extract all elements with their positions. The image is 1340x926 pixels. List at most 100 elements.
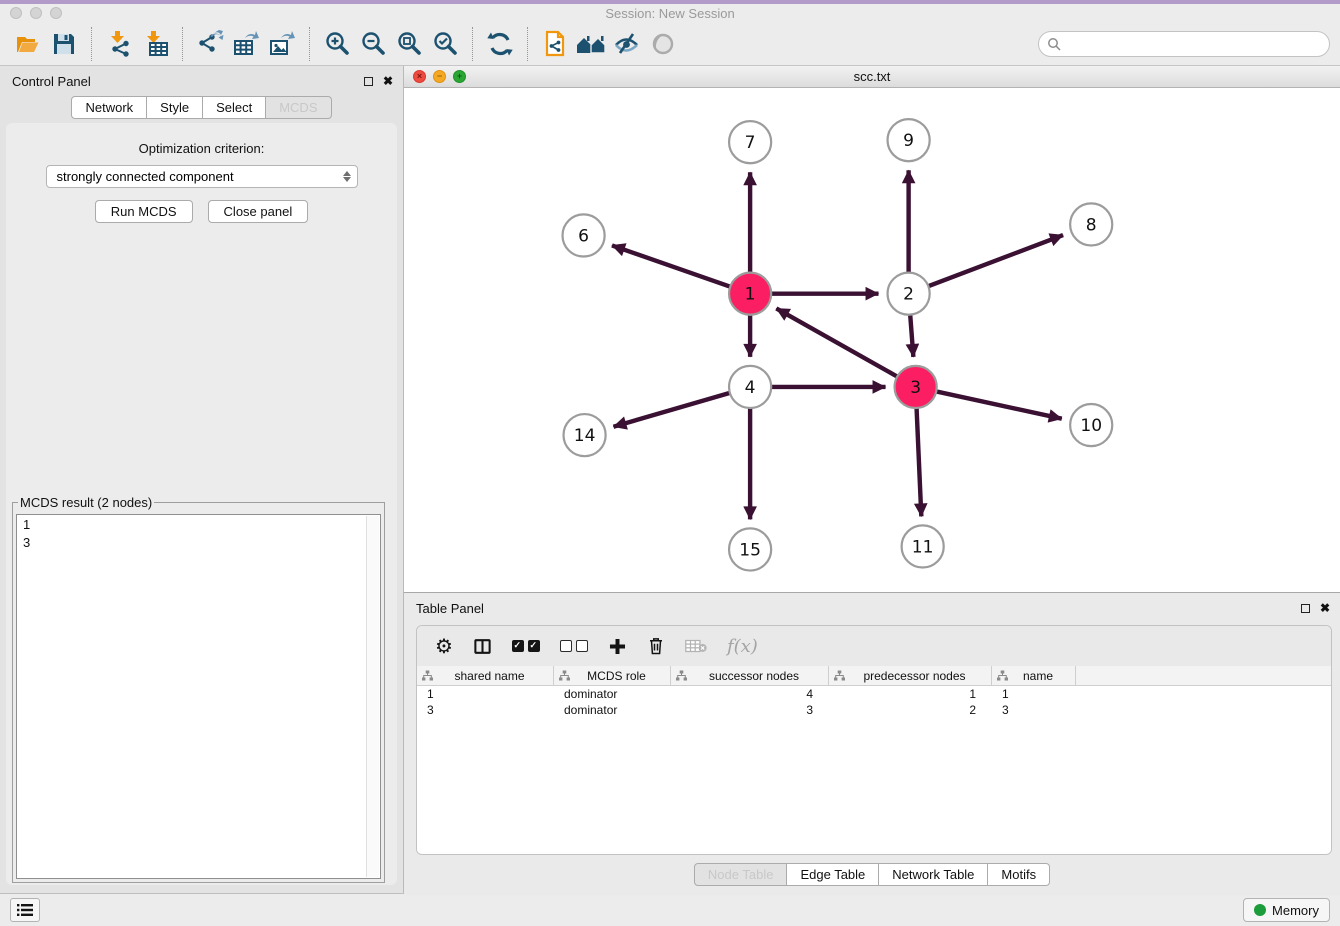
graph-node-3[interactable]: 3 xyxy=(895,366,937,408)
graph-node-2[interactable]: 2 xyxy=(888,273,930,315)
toolbar-separator xyxy=(472,27,473,61)
zoom-selected-button[interactable] xyxy=(427,26,463,62)
column-header-successor-nodes[interactable]: successor nodes xyxy=(671,666,829,685)
graph-node-7[interactable]: 7 xyxy=(729,121,771,163)
zoom-fit-button[interactable] xyxy=(391,26,427,62)
export-table-button[interactable] xyxy=(228,26,264,62)
graph-node-4[interactable]: 4 xyxy=(729,366,771,408)
run-mcds-button[interactable]: Run MCDS xyxy=(95,200,193,223)
column-header-shared-name[interactable]: shared name xyxy=(417,666,554,685)
search-icon xyxy=(1047,37,1061,51)
delete-column-icon[interactable] xyxy=(647,636,665,656)
graph-edge-3-11[interactable] xyxy=(917,408,922,516)
network-graph[interactable]: 7 9 6 8 1 2 4 3 14 10 15 11 xyxy=(404,88,1340,592)
toolbar-separator xyxy=(182,27,183,61)
graph-edge-2-3[interactable] xyxy=(910,315,913,357)
column-header-MCDS-role[interactable]: MCDS role xyxy=(554,666,671,685)
control-panel-close-icon[interactable]: ✖ xyxy=(383,75,393,87)
search-input[interactable] xyxy=(1065,36,1321,51)
graph-node-8[interactable]: 8 xyxy=(1070,204,1112,246)
graph-edge-4-14[interactable] xyxy=(613,393,729,427)
export-network-button[interactable] xyxy=(192,26,228,62)
graph-node-9[interactable]: 9 xyxy=(888,119,930,161)
delete-table-icon xyxy=(685,638,707,654)
tab-mcds[interactable]: MCDS xyxy=(266,96,331,119)
clone-network-button[interactable] xyxy=(537,26,573,62)
graph-node-label: 15 xyxy=(739,541,761,561)
zoom-out-button[interactable] xyxy=(355,26,391,62)
table-row[interactable]: 3dominator323 xyxy=(417,702,1331,718)
graph-node-label: 9 xyxy=(903,132,914,152)
search-box[interactable] xyxy=(1038,31,1330,57)
graph-node-15[interactable]: 15 xyxy=(729,529,771,571)
table-panel-float-icon[interactable] xyxy=(1301,604,1310,613)
graph-node-14[interactable]: 14 xyxy=(564,414,606,456)
open-session-button[interactable] xyxy=(10,26,46,62)
network-maximize-button[interactable]: + xyxy=(453,70,466,83)
show-hide-graphics-button[interactable] xyxy=(645,26,681,62)
main-area: Control Panel ✖ NetworkStyleSelectMCDS O… xyxy=(0,66,1340,893)
add-column-icon[interactable] xyxy=(608,637,627,656)
column-header-predecessor-nodes[interactable]: predecessor nodes xyxy=(829,666,992,685)
zoom-in-button[interactable] xyxy=(319,26,355,62)
node-table: shared nameMCDS rolesuccessor nodesprede… xyxy=(417,666,1331,854)
table-row[interactable]: 1dominator411 xyxy=(417,686,1331,702)
network-close-button[interactable]: × xyxy=(413,70,426,83)
tab-motifs[interactable]: Motifs xyxy=(988,863,1050,886)
zoom-selected-icon xyxy=(432,30,459,57)
graph-node-10[interactable]: 10 xyxy=(1070,404,1112,446)
deselect-all-columns-icon[interactable] xyxy=(560,640,588,652)
mcds-result-title: MCDS result (2 nodes) xyxy=(18,495,154,510)
toolbar-separator xyxy=(527,27,528,61)
table-cell: 4 xyxy=(671,687,829,701)
graph-edge-2-8[interactable] xyxy=(928,235,1063,286)
column-type-icon xyxy=(676,670,687,681)
home-neighbors-icon xyxy=(575,31,607,57)
tab-style[interactable]: Style xyxy=(147,96,203,119)
select-all-columns-icon[interactable] xyxy=(512,640,540,652)
graph-edge-3-10[interactable] xyxy=(936,392,1062,419)
toolbar-separator xyxy=(91,27,92,61)
apply-visual-style-button[interactable] xyxy=(609,26,645,62)
tab-node-table[interactable]: Node Table xyxy=(694,863,788,886)
memory-label: Memory xyxy=(1272,903,1319,918)
table-cell: 1 xyxy=(992,687,1076,701)
window-titlebar: Session: New Session xyxy=(0,0,1340,22)
optimization-criterion-value: strongly connected component xyxy=(57,169,234,184)
table-settings-icon[interactable]: ⚙ xyxy=(435,634,453,659)
close-panel-button[interactable]: Close panel xyxy=(208,200,309,223)
network-canvas[interactable]: 7 9 6 8 1 2 4 3 14 10 15 11 xyxy=(404,88,1340,592)
optimization-criterion-label: Optimization criterion: xyxy=(6,141,397,156)
clone-network-icon xyxy=(542,30,568,57)
table-panel-close-icon[interactable]: ✖ xyxy=(1320,602,1330,614)
import-table-button[interactable] xyxy=(137,26,173,62)
split-view-icon[interactable] xyxy=(473,637,492,656)
export-image-button[interactable] xyxy=(264,26,300,62)
optimization-criterion-select[interactable]: strongly connected component xyxy=(46,165,358,188)
graph-edge-1-6[interactable] xyxy=(612,246,730,287)
import-network-button[interactable] xyxy=(101,26,137,62)
graph-node-11[interactable]: 11 xyxy=(902,526,944,568)
memory-button[interactable]: Memory xyxy=(1243,898,1330,922)
tab-edge-table[interactable]: Edge Table xyxy=(787,863,879,886)
column-header-name[interactable]: name xyxy=(992,666,1076,685)
main-toolbar xyxy=(0,22,1340,66)
tab-network-table[interactable]: Network Table xyxy=(879,863,988,886)
first-neighbors-button[interactable] xyxy=(573,26,609,62)
apply-layout-button[interactable] xyxy=(482,26,518,62)
export-table-icon xyxy=(233,30,260,57)
tab-network[interactable]: Network xyxy=(71,96,147,119)
result-scrollbar[interactable] xyxy=(366,516,379,877)
tab-select[interactable]: Select xyxy=(203,96,266,119)
network-minimize-button[interactable]: − xyxy=(433,70,446,83)
column-type-icon xyxy=(834,670,845,681)
graph-edge-3-1[interactable] xyxy=(776,309,897,377)
mcds-result-text[interactable]: 1 3 xyxy=(16,514,381,879)
task-history-button[interactable] xyxy=(10,898,40,922)
save-session-button[interactable] xyxy=(46,26,82,62)
graph-node-6[interactable]: 6 xyxy=(563,215,605,257)
graph-node-1[interactable]: 1 xyxy=(729,273,771,315)
save-floppy-icon xyxy=(52,32,76,56)
toolbar-separator xyxy=(309,27,310,61)
control-panel-float-icon[interactable] xyxy=(364,77,373,86)
